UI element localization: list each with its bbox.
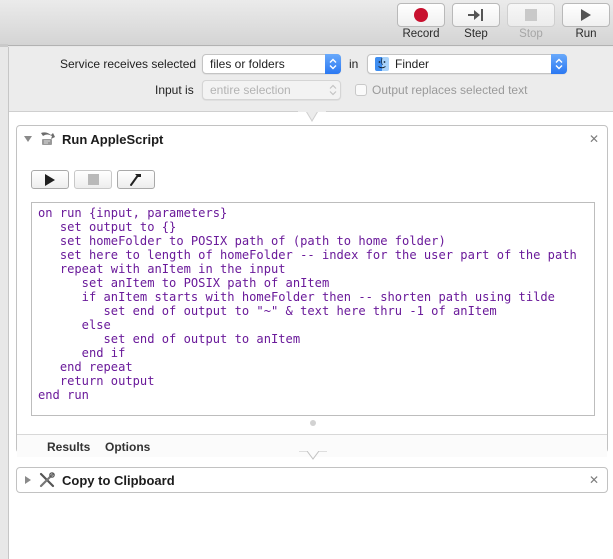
output-replaces-label: Output replaces selected text [372, 83, 528, 97]
script-line: set end of output to anItem [38, 332, 301, 346]
applescript-icon [41, 132, 55, 145]
script-line: set homeFolder to POSIX path of (path to… [38, 234, 446, 248]
script-line: set end of output to "~" & text here thr… [38, 304, 497, 318]
run-icon [581, 9, 591, 21]
script-line: return output [38, 374, 155, 388]
run-label: Run [575, 28, 597, 40]
service-header: Service receives selected files or folde… [9, 47, 613, 112]
stop-button-body[interactable] [507, 3, 555, 27]
script-line: set here to length of homeFolder -- inde… [38, 248, 577, 262]
script-line: on run {input, parameters} [38, 206, 228, 220]
step-button[interactable]: Step [452, 3, 500, 43]
script-line: end repeat [38, 360, 133, 374]
script-line: if anItem starts with homeFolder then --… [38, 290, 555, 304]
script-line: set output to {} [38, 220, 177, 234]
input-is-value: entire selection [210, 83, 291, 97]
run-button[interactable]: Run [562, 3, 610, 43]
action-title: Copy to Clipboard [62, 473, 175, 488]
service-input-type-popup[interactable]: files or folders [202, 54, 341, 74]
run-button-body[interactable] [562, 3, 610, 27]
tab-options[interactable]: Options [105, 440, 150, 454]
chevron-updown-icon [551, 54, 567, 74]
disclosure-expanded-icon[interactable] [23, 134, 33, 144]
script-line: set anItem to POSIX path of anItem [38, 276, 330, 290]
toolbar: Record Step Stop Run [0, 0, 613, 47]
input-is-label: Input is [155, 83, 194, 97]
stop-button[interactable]: Stop [507, 3, 555, 43]
finder-icon [375, 57, 389, 71]
in-label: in [349, 57, 359, 71]
run-script-button[interactable] [31, 170, 69, 189]
sidebar-edge [0, 44, 8, 47]
tab-results[interactable]: Results [47, 440, 90, 454]
stop-label: Stop [519, 28, 543, 40]
output-replaces-checkbox[interactable] [355, 84, 367, 96]
stop-script-button[interactable] [74, 170, 112, 189]
script-line: repeat with anItem in the input [38, 262, 286, 276]
disclosure-collapsed-icon[interactable] [23, 475, 33, 485]
step-label: Step [464, 28, 488, 40]
run-applescript-action: Run AppleScript ✕ on run {input, paramet… [16, 125, 608, 457]
automator-tools-icon [39, 472, 55, 488]
application-popup[interactable]: Finder [367, 54, 567, 74]
stop-icon [87, 174, 99, 185]
compile-script-button[interactable] [117, 170, 155, 189]
resize-handle[interactable] [310, 420, 316, 426]
script-line: end run [38, 388, 89, 402]
service-receives-label: Service receives selected [60, 57, 197, 71]
record-label: Record [402, 28, 440, 40]
script-line: end if [38, 346, 126, 360]
stop-icon [525, 9, 537, 21]
workflow-area: Service receives selected files or folde… [8, 47, 613, 559]
run-icon [45, 173, 55, 186]
script-editor[interactable]: on run {input, parameters} set output to… [31, 202, 595, 416]
close-icon[interactable]: ✕ [589, 473, 599, 487]
chevron-updown-icon [325, 54, 341, 74]
step-button-body[interactable] [452, 3, 500, 27]
hammer-icon [130, 173, 141, 186]
chevron-updown-icon [325, 80, 341, 100]
script-text[interactable]: on run {input, parameters} set output to… [38, 206, 577, 402]
script-line: else [38, 318, 111, 332]
service-input-type-value: files or folders [210, 57, 285, 71]
connector-notch [299, 451, 327, 460]
step-icon [468, 9, 483, 21]
record-button[interactable]: Record [397, 3, 445, 43]
record-icon [414, 8, 428, 22]
action-title: Run AppleScript [62, 132, 164, 147]
application-value: Finder [395, 57, 430, 71]
connector-notch [298, 111, 326, 122]
input-is-popup[interactable]: entire selection [202, 80, 341, 100]
record-button-body[interactable] [397, 3, 445, 27]
copy-to-clipboard-action: Copy to Clipboard ✕ [16, 467, 608, 493]
close-icon[interactable]: ✕ [589, 132, 599, 146]
